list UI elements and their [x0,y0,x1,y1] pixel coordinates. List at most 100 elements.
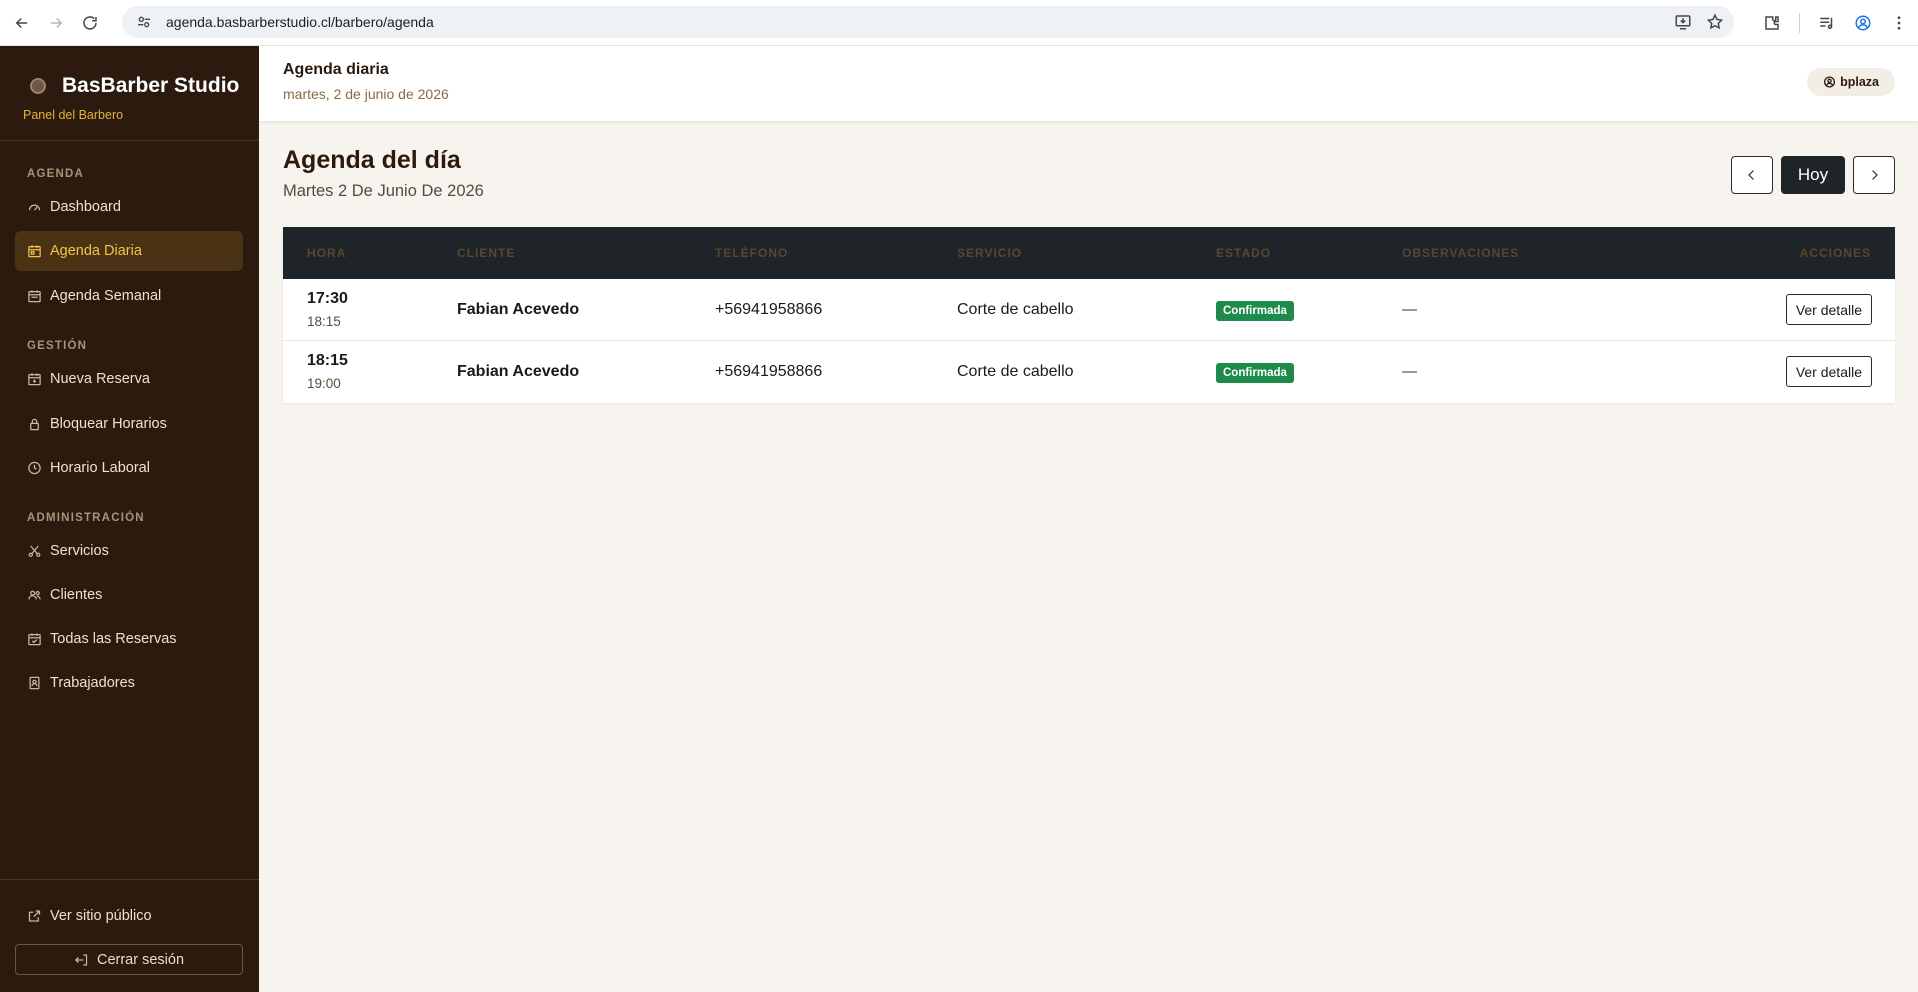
calendar-check-icon [27,632,42,647]
sidebar-item-horario-laboral[interactable]: Horario Laboral [15,448,243,488]
column-header-cliente: CLIENTE [457,246,516,260]
today-button[interactable]: Hoy [1781,156,1845,194]
sidebar-item-servicios[interactable]: Servicios [15,531,243,571]
media-controls-icon[interactable] [1818,14,1836,32]
next-day-button[interactable] [1853,156,1895,194]
section-label-administracion: ADMINISTRACIÓN [27,512,145,524]
browser-menu-icon[interactable] [1890,14,1908,32]
external-link-icon [27,909,42,924]
sidebar-item-label: Servicios [50,543,109,559]
client-phone: +56941958866 [715,363,823,380]
top-header: Agenda diaria martes, 2 de junio de 2026… [259,46,1918,122]
sidebar-item-nueva-reserva[interactable]: Nueva Reserva [15,359,243,399]
brand-name: BasBarber Studio [62,74,240,97]
column-header-observaciones: OBSERVACIONES [1402,246,1520,260]
table-header: HORA CLIENTE TELÉFONO SERVICIO ESTADO OB… [283,227,1895,279]
brand[interactable]: BasBarber Studio [30,74,239,98]
sidebar-item-label: Horario Laboral [50,460,150,476]
view-detail-button[interactable]: Ver detalle [1785,294,1872,325]
profile-icon[interactable] [1854,14,1872,32]
toolbar-divider [1799,13,1800,33]
clock-icon [27,461,42,476]
sidebar-item-bloquear-horarios[interactable]: Bloquear Horarios [15,404,243,444]
scissors-icon [27,544,42,559]
url-text[interactable]: agenda.basbarberstudio.cl/barbero/agenda [166,14,434,30]
column-header-telefono: TELÉFONO [715,246,789,260]
header-date: martes, 2 de junio de 2026 [283,86,449,102]
sidebar-item-label: Agenda Diaria [50,243,142,259]
column-header-estado: ESTADO [1216,246,1272,260]
chevron-right-icon [1865,166,1883,184]
bookmark-star-icon[interactable] [1706,13,1724,31]
sidebar-item-clientes[interactable]: Clientes [15,575,243,615]
sidebar-divider [0,140,259,141]
sidebar-item-label: Agenda Semanal [50,288,162,304]
start-time: 17:30 [307,290,348,307]
user-name: bplaza [1840,75,1879,89]
sidebar-item-label: Todas las Reservas [50,631,177,647]
chevron-left-icon [1743,166,1761,184]
appointments-table: HORA CLIENTE TELÉFONO SERVICIO ESTADO OB… [283,227,1895,403]
section-label-gestion: GESTIÓN [27,340,88,352]
status-badge: Confirmada [1216,301,1294,321]
page-title: Agenda del día [283,146,461,174]
site-settings-icon[interactable] [136,14,152,30]
people-icon [27,588,42,603]
forward-icon[interactable] [44,11,68,35]
view-detail-button[interactable]: Ver detalle [1785,356,1872,387]
client-phone: +56941958866 [715,301,823,318]
reload-icon[interactable] [78,11,102,35]
sidebar-item-label: Clientes [50,587,103,603]
extensions-icon[interactable] [1763,14,1781,32]
page-subtitle: Martes 2 De Junio De 2026 [283,182,484,200]
client-name: Fabian Acevedo [457,301,580,318]
lock-icon [27,417,42,432]
status-badge: Confirmada [1216,363,1294,383]
notes: — [1402,363,1417,380]
sidebar-item-dashboard[interactable]: Dashboard [15,187,243,227]
browser-toolbar: agenda.basbarberstudio.cl/barbero/agenda [0,0,1918,46]
sidebar-item-label: Bloquear Horarios [50,416,167,432]
sidebar-item-todas-las-reservas[interactable]: Todas las Reservas [15,619,243,659]
end-time: 19:00 [307,376,341,391]
brand-subtitle: Panel del Barbero [23,108,124,122]
sidebar-item-label: Trabajadores [50,675,135,691]
user-circle-icon [1823,76,1836,89]
sidebar-item-agenda-semanal[interactable]: Agenda Semanal [15,276,243,316]
public-site-link[interactable]: Ver sitio público [15,896,243,936]
sidebar: BasBarber Studio Panel del Barbero AGEND… [0,46,259,992]
badge-icon [27,676,42,691]
logout-button[interactable]: Cerrar sesión [15,944,243,975]
start-time: 18:15 [307,352,348,369]
address-bar[interactable]: agenda.basbarberstudio.cl/barbero/agenda [122,6,1734,38]
logout-icon [74,952,89,967]
install-app-icon[interactable] [1674,13,1692,31]
sidebar-item-trabajadores[interactable]: Trabajadores [15,663,243,703]
user-chip[interactable]: bplaza [1807,68,1895,96]
logout-label: Cerrar sesión [96,951,185,968]
calendar-day-icon [27,244,42,259]
column-header-servicio: SERVICIO [957,246,1023,260]
sidebar-item-label: Dashboard [50,199,121,215]
client-name: Fabian Acevedo [457,363,580,380]
end-time: 18:15 [307,314,341,329]
column-header-hora: HORA [307,246,347,260]
public-site-label: Ver sitio público [50,908,152,924]
sidebar-item-label: Nueva Reserva [50,371,150,387]
calendar-week-icon [27,289,42,304]
service-name: Corte de cabello [957,301,1074,318]
header-title: Agenda diaria [283,61,389,78]
previous-day-button[interactable] [1731,156,1773,194]
table-row: 18:15 19:00 Fabian Acevedo +56941958866 … [283,341,1895,403]
notes: — [1402,301,1417,318]
sidebar-divider [0,879,259,880]
back-icon[interactable] [10,11,34,35]
section-label-agenda: AGENDA [27,168,85,180]
service-name: Corte de cabello [957,363,1074,380]
column-header-acciones: ACCIONES [1799,246,1871,260]
gauge-icon [27,200,42,215]
calendar-plus-icon [27,372,42,387]
sidebar-item-agenda-diaria[interactable]: Agenda Diaria [15,231,243,271]
table-row: 17:30 18:15 Fabian Acevedo +56941958866 … [283,279,1895,341]
brand-logo-icon [30,78,46,94]
